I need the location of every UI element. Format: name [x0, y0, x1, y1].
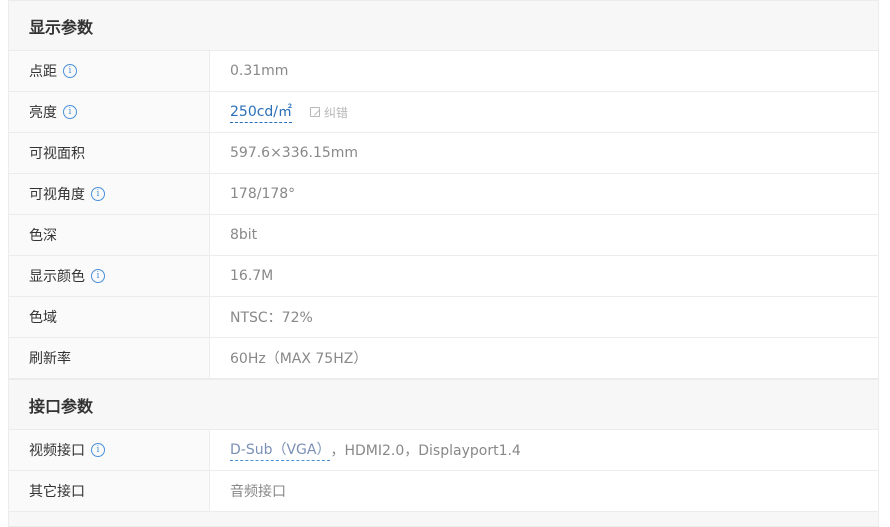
info-icon[interactable]: i [63, 64, 77, 78]
row-label-cell: 点距 i [9, 51, 210, 91]
correct-button[interactable]: 纠错 [310, 104, 348, 121]
row-value: 178/178° [230, 186, 296, 202]
row-value-cell: 16.7M [210, 256, 878, 296]
table-footer [9, 512, 878, 527]
row-label: 可视面积 [29, 146, 85, 162]
table-row: 点距 i 0.31mm [9, 51, 878, 92]
row-label-cell: 显示颜色 i [9, 256, 210, 296]
info-icon[interactable]: i [91, 187, 105, 201]
row-label-cell: 视频接口 i [9, 430, 210, 470]
row-value-cell: NTSC：72% [210, 297, 878, 337]
row-value-cell: D-Sub（VGA） ，HDMI2.0，Displayport1.4 [210, 430, 878, 470]
table-row: 其它接口 音频接口 [9, 471, 878, 512]
row-value-cell: 0.31mm [210, 51, 878, 91]
row-label-cell: 亮度 i [9, 92, 210, 132]
row-value: 16.7M [230, 268, 274, 284]
row-label: 色深 [29, 228, 57, 244]
brightness-link[interactable]: 250cd/㎡ [230, 101, 293, 123]
spec-table: 显示参数 点距 i 0.31mm 亮度 i 250cd/㎡ 纠错 可视面积 59… [8, 0, 879, 527]
dsub-link[interactable]: D-Sub（VGA） [230, 439, 331, 461]
table-row: 刷新率 60Hz（MAX 75HZ） [9, 338, 878, 379]
edit-icon [310, 107, 321, 117]
row-label: 显示颜色 [29, 269, 85, 285]
row-value: 0.31mm [230, 63, 289, 79]
row-value-cell: 178/178° [210, 174, 878, 214]
row-value: 60Hz（MAX 75HZ） [230, 351, 368, 367]
info-icon[interactable]: i [91, 443, 105, 457]
correct-label: 纠错 [324, 105, 349, 120]
row-label: 可视角度 [29, 187, 85, 203]
row-value: 8bit [230, 227, 258, 243]
section-title: 显示参数 [29, 17, 94, 37]
row-label: 视频接口 [29, 443, 85, 459]
section-header-interface: 接口参数 [9, 379, 878, 430]
row-label: 亮度 [29, 105, 57, 121]
info-icon[interactable]: i [91, 269, 105, 283]
row-value-cell: 597.6×336.15mm [210, 133, 878, 173]
row-value: NTSC：72% [230, 310, 313, 326]
row-label-cell: 色深 [9, 215, 210, 255]
section-title: 接口参数 [29, 396, 94, 416]
row-label: 色域 [29, 310, 57, 326]
row-value-cell: 250cd/㎡ 纠错 [210, 92, 878, 132]
row-label-cell: 色域 [9, 297, 210, 337]
row-value: ，HDMI2.0，Displayport1.4 [330, 443, 521, 459]
row-value-cell: 8bit [210, 215, 878, 255]
section-header-display: 显示参数 [9, 0, 878, 51]
row-label-cell: 刷新率 [9, 338, 210, 378]
table-row: 视频接口 i D-Sub（VGA） ，HDMI2.0，Displayport1.… [9, 430, 878, 471]
row-label: 其它接口 [29, 484, 85, 500]
table-row: 显示颜色 i 16.7M [9, 256, 878, 297]
table-row: 色域 NTSC：72% [9, 297, 878, 338]
row-label: 点距 [29, 64, 57, 80]
row-value: 音频接口 [230, 484, 286, 500]
row-value-cell: 60Hz（MAX 75HZ） [210, 338, 878, 378]
row-label: 刷新率 [29, 351, 71, 367]
row-label-cell: 可视面积 [9, 133, 210, 173]
row-label-cell: 其它接口 [9, 471, 210, 511]
table-row: 色深 8bit [9, 215, 878, 256]
row-value-cell: 音频接口 [210, 471, 878, 511]
table-row: 可视角度 i 178/178° [9, 174, 878, 215]
table-row: 可视面积 597.6×336.15mm [9, 133, 878, 174]
row-label-cell: 可视角度 i [9, 174, 210, 214]
table-row: 亮度 i 250cd/㎡ 纠错 [9, 92, 878, 133]
row-value: 597.6×336.15mm [230, 145, 359, 161]
info-icon[interactable]: i [63, 105, 77, 119]
